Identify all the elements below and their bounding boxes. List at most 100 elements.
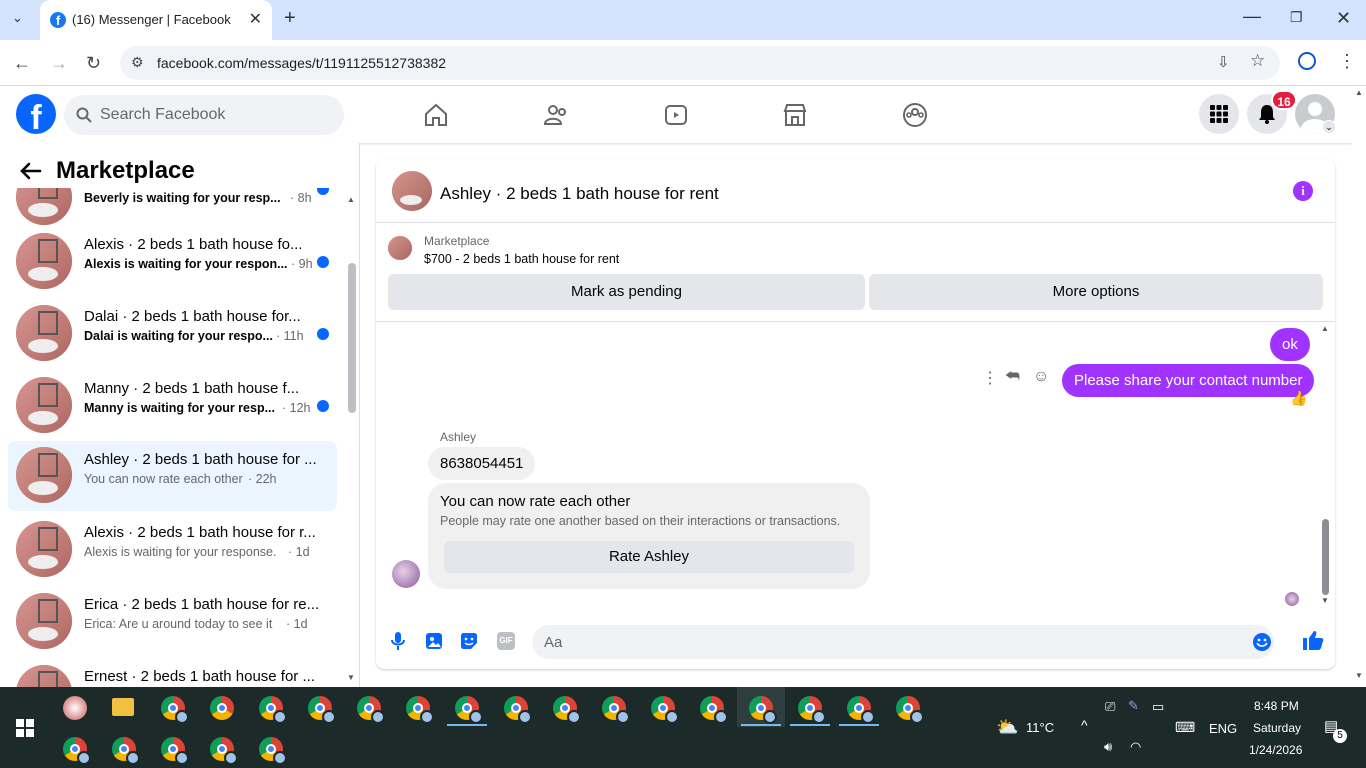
address-bar[interactable]: ⚙ facebook.com/messages/t/11911255127383… xyxy=(120,46,1280,80)
conversation-item-selected[interactable]: Ashley · 2 beds 1 bath house for ... You… xyxy=(8,441,337,511)
close-window-icon[interactable]: ✕ xyxy=(1336,8,1351,29)
volume-icon[interactable]: 🔊︎ xyxy=(1104,739,1112,755)
chrome-icon[interactable] xyxy=(651,696,679,724)
groups-icon[interactable] xyxy=(902,102,928,128)
more-dots-icon[interactable]: ⋮ xyxy=(982,368,998,388)
chrome-icon[interactable] xyxy=(161,696,189,724)
back-arrow-icon[interactable] xyxy=(20,162,42,180)
sender-avatar[interactable] xyxy=(392,560,420,588)
conversation-time: · 1d xyxy=(286,617,308,631)
chrome-icon[interactable] xyxy=(259,696,287,724)
conversation-item[interactable]: Erica · 2 beds 1 bath house for re... Er… xyxy=(8,587,337,655)
facebook-logo[interactable]: f xyxy=(16,94,56,137)
profile-icon[interactable] xyxy=(1298,52,1316,70)
search-facebook-input[interactable]: Search Facebook xyxy=(64,95,344,135)
restore-icon[interactable]: ❐ xyxy=(1290,9,1303,26)
chrome-icon[interactable] xyxy=(161,737,189,765)
conversation-item[interactable]: Ernest · 2 beds 1 bath house for ... xyxy=(8,659,337,687)
app-icon[interactable] xyxy=(63,696,87,720)
battery-icon[interactable]: ▭ xyxy=(1152,699,1164,715)
friends-icon[interactable] xyxy=(543,102,569,128)
chat-avatar[interactable] xyxy=(392,171,432,211)
conversation-item[interactable]: Dalai · 2 beds 1 bath house for... Dalai… xyxy=(8,299,337,367)
chrome-icon[interactable] xyxy=(210,696,234,720)
conversation-item[interactable]: Manny · 2 beds 1 bath house f... Manny i… xyxy=(8,371,337,439)
bookmark-star-icon[interactable]: ☆ xyxy=(1250,51,1265,71)
new-tab-icon[interactable]: + xyxy=(284,7,296,30)
gif-icon[interactable]: GIF xyxy=(497,632,515,650)
windows-start-icon[interactable] xyxy=(16,719,34,737)
chrome-icon[interactable] xyxy=(798,696,826,724)
file-explorer-icon[interactable] xyxy=(112,698,134,716)
minimize-icon[interactable]: — xyxy=(1243,6,1261,27)
chrome-icon[interactable] xyxy=(406,696,434,724)
home-icon[interactable] xyxy=(423,102,449,128)
weather-temp[interactable]: 11°C xyxy=(1026,720,1054,735)
install-app-icon[interactable]: ⇩ xyxy=(1217,53,1230,71)
conversation-preview: Dalai is waiting for your respo... xyxy=(84,329,273,343)
scroll-down-icon[interactable]: ▼ xyxy=(347,673,355,682)
thumbs-up-reaction-icon: 👍 xyxy=(1290,390,1308,406)
chat-scrollbar[interactable] xyxy=(1322,519,1329,595)
wifi-icon[interactable]: ◠ xyxy=(1130,739,1141,755)
chrome-icon[interactable] xyxy=(112,737,140,765)
browser-tab[interactable]: f (16) Messenger | Facebook ✕ xyxy=(40,0,272,40)
chrome-icon[interactable] xyxy=(63,737,91,765)
scroll-up-icon[interactable]: ▲ xyxy=(347,195,355,204)
chrome-icon[interactable] xyxy=(602,696,630,724)
back-icon[interactable]: ← xyxy=(13,53,31,74)
menu-button[interactable] xyxy=(1199,94,1239,134)
outgoing-message[interactable]: ok xyxy=(1270,328,1310,361)
chrome-icon[interactable] xyxy=(357,696,385,724)
photo-icon[interactable] xyxy=(425,632,443,650)
panel-scrollbar[interactable] xyxy=(348,263,356,413)
tab-search-icon[interactable]: ⌄ xyxy=(12,10,23,26)
chrome-icon[interactable] xyxy=(308,696,336,724)
chevron-down-icon[interactable]: ⌄ xyxy=(1322,120,1336,134)
react-emoji-icon[interactable]: ☺ xyxy=(1033,368,1049,386)
chrome-icon[interactable] xyxy=(210,737,238,765)
chat-title[interactable]: Ashley · 2 beds 1 bath house for rent xyxy=(440,184,719,204)
clock-time[interactable]: 8:48 PM xyxy=(1254,699,1299,713)
microphone-icon[interactable] xyxy=(390,631,406,651)
clock-date[interactable]: 1/24/2026 xyxy=(1249,743,1302,757)
chevron-up-icon[interactable]: ^ xyxy=(1081,717,1088,733)
chrome-icon[interactable] xyxy=(259,737,287,765)
language-indicator[interactable]: ENG xyxy=(1209,721,1237,736)
reply-icon[interactable]: ⮪ xyxy=(1005,368,1020,386)
more-options-button[interactable]: More options xyxy=(869,274,1323,310)
chrome-icon[interactable] xyxy=(896,696,924,724)
forward-icon[interactable]: → xyxy=(50,53,68,74)
sticker-icon[interactable] xyxy=(460,632,478,650)
chrome-icon[interactable] xyxy=(749,696,777,724)
conversation-item[interactable]: Alexis · 2 beds 1 bath house fo... Alexi… xyxy=(8,227,337,295)
conversation-item[interactable]: Alexis · 2 beds 1 bath house for r... Al… xyxy=(8,515,337,583)
reload-icon[interactable]: ↻ xyxy=(86,53,101,74)
chrome-icon[interactable] xyxy=(700,696,728,724)
chrome-icon[interactable] xyxy=(504,696,532,724)
weather-icon[interactable]: ⛅ xyxy=(996,717,1018,738)
info-icon[interactable]: i xyxy=(1293,181,1313,201)
marketplace-icon[interactable] xyxy=(782,102,808,128)
meet-icon[interactable]: ⎚ xyxy=(1105,699,1115,715)
chrome-icon[interactable] xyxy=(455,696,483,724)
chat-scroll-down-icon[interactable]: ▼ xyxy=(1321,596,1329,605)
chrome-icon[interactable] xyxy=(553,696,581,724)
menu-dots-icon[interactable]: ⋮ xyxy=(1338,51,1356,72)
chrome-icon[interactable] xyxy=(847,696,875,724)
page-scrollbar[interactable]: ▲ ▼ xyxy=(1352,86,1366,687)
rate-ashley-button[interactable]: Rate Ashley xyxy=(444,541,854,573)
mark-as-pending-button[interactable]: Mark as pending xyxy=(388,274,865,310)
pen-icon[interactable]: ✎ xyxy=(1128,698,1139,714)
message-input[interactable]: Aa xyxy=(532,625,1274,659)
video-icon[interactable] xyxy=(663,102,689,128)
outgoing-message[interactable]: Please share your contact number xyxy=(1062,364,1315,397)
close-tab-icon[interactable]: ✕ xyxy=(249,9,262,29)
thumbs-up-send-icon[interactable] xyxy=(1302,629,1324,651)
site-settings-icon[interactable]: ⚙ xyxy=(131,54,144,71)
incoming-message[interactable]: 8638054451 xyxy=(428,447,536,480)
clock-day[interactable]: Saturday xyxy=(1253,721,1301,735)
chat-scroll-up-icon[interactable]: ▲ xyxy=(1321,324,1329,333)
emoji-icon[interactable] xyxy=(1252,632,1272,652)
keyboard-icon[interactable]: ⌨ xyxy=(1175,719,1195,736)
